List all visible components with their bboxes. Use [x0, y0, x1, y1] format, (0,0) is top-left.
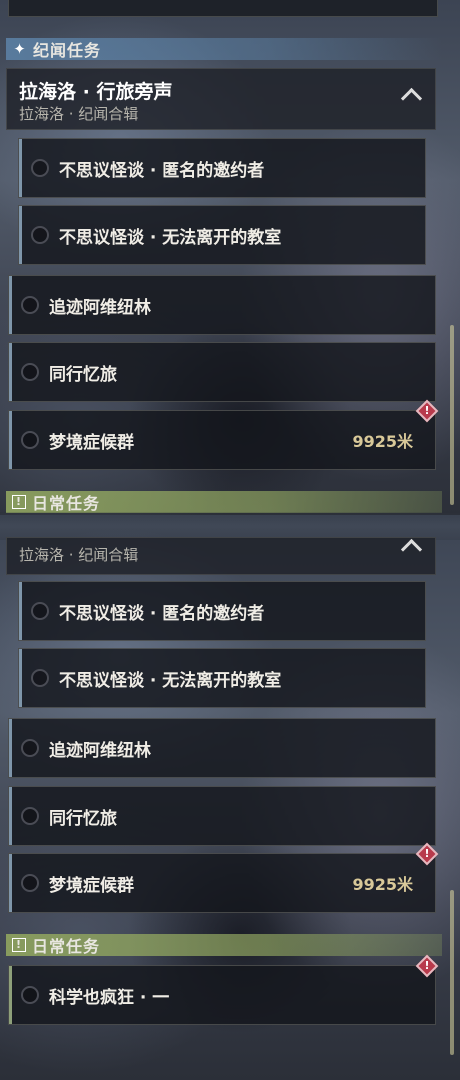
quest-group-header[interactable]: 拉海洛 · 行旅旁声 拉海洛 · 纪闻合辑 — [6, 68, 436, 130]
group-subtitle: 拉海洛 · 纪闻合辑 — [19, 105, 139, 123]
quest-item[interactable]: 不思议怪谈 · 匿名的邀约者 — [18, 138, 426, 198]
quest-item[interactable]: 同行忆旅 — [8, 342, 436, 402]
quest-distance: 9925米 — [352, 432, 413, 451]
group-title: 拉海洛 · 行旅旁声 — [19, 81, 173, 103]
quest-name: 梦境症候群 — [49, 432, 134, 453]
previous-card-edge — [8, 0, 438, 17]
chevron-up-icon[interactable] — [400, 87, 423, 110]
quest-accent-bar — [19, 582, 22, 640]
quest-item[interactable]: 梦境症候群 9925米 ! — [8, 842, 439, 913]
quest-item[interactable]: 追迹阿维纽林 — [8, 275, 436, 335]
category-label: 日常任务 — [32, 494, 101, 513]
panel-divider — [0, 512, 460, 540]
quest-accent-bar — [9, 854, 12, 912]
quest-status-circle-icon — [31, 159, 49, 177]
scrollbar[interactable] — [450, 325, 454, 505]
quest-name: 追迹阿维纽林 — [49, 297, 151, 318]
quest-status-circle-icon — [21, 296, 39, 314]
quest-status-circle-icon — [21, 431, 39, 449]
group-subtitle: 拉海洛 · 纪闻合辑 — [19, 546, 139, 564]
exclamation-box-icon: ! — [12, 495, 26, 509]
quest-name: 同行忆旅 — [49, 808, 117, 829]
quest-name: 梦境症候群 — [49, 875, 134, 896]
quest-status-circle-icon — [31, 226, 49, 244]
quest-item[interactable]: 科学也疯狂 · 一 ! — [8, 954, 439, 1025]
quest-status-circle-icon — [21, 739, 39, 757]
category-label: 纪闻任务 — [33, 41, 102, 60]
quest-accent-bar — [9, 411, 12, 469]
category-journey-header[interactable]: ✦ 纪闻任务 — [6, 38, 442, 60]
quest-accent-bar — [9, 787, 12, 845]
quest-status-circle-icon — [21, 807, 39, 825]
quest-distance: 9925米 — [352, 875, 413, 894]
quest-status-circle-icon — [31, 669, 49, 687]
category-daily-header[interactable]: ! 日常任务 — [6, 934, 442, 956]
quest-accent-bar — [9, 966, 12, 1024]
quest-accent-bar — [19, 649, 22, 707]
quest-item[interactable]: 不思议怪谈 · 无法离开的教室 — [18, 648, 426, 708]
quest-accent-bar — [19, 206, 22, 264]
sparkle-icon: ✦ — [13, 40, 27, 58]
quest-status-circle-icon — [21, 874, 39, 892]
quest-status-circle-icon — [21, 363, 39, 381]
quest-item[interactable]: 同行忆旅 — [8, 786, 436, 846]
quest-item[interactable]: 不思议怪谈 · 无法离开的教室 — [18, 205, 426, 265]
quest-accent-bar — [9, 276, 12, 334]
quest-name: 科学也疯狂 · 一 — [49, 987, 170, 1008]
quest-accent-bar — [19, 139, 22, 197]
category-daily-header[interactable]: ! 日常任务 — [6, 491, 442, 513]
quest-status-circle-icon — [21, 986, 39, 1004]
quest-item[interactable]: 追迹阿维纽林 — [8, 718, 436, 778]
quest-name: 不思议怪谈 · 匿名的邀约者 — [59, 160, 265, 181]
exclamation-box-icon: ! — [12, 938, 26, 952]
quest-group-header[interactable]: 拉海洛 · 纪闻合辑 — [6, 537, 436, 575]
quest-accent-bar — [9, 343, 12, 401]
quest-name: 不思议怪谈 · 无法离开的教室 — [59, 670, 282, 691]
chevron-up-icon[interactable] — [400, 538, 423, 561]
quest-accent-bar — [9, 719, 12, 777]
quest-status-circle-icon — [31, 602, 49, 620]
quest-item[interactable]: 不思议怪谈 · 匿名的邀约者 — [18, 581, 426, 641]
quest-name: 追迹阿维纽林 — [49, 740, 151, 761]
quest-name: 同行忆旅 — [49, 364, 117, 385]
quest-name: 不思议怪谈 · 无法离开的教室 — [59, 227, 282, 248]
category-label: 日常任务 — [32, 937, 101, 956]
scrollbar[interactable] — [450, 890, 454, 1055]
quest-name: 不思议怪谈 · 匿名的邀约者 — [59, 603, 265, 624]
quest-item[interactable]: 梦境症候群 9925米 ! — [8, 399, 439, 470]
